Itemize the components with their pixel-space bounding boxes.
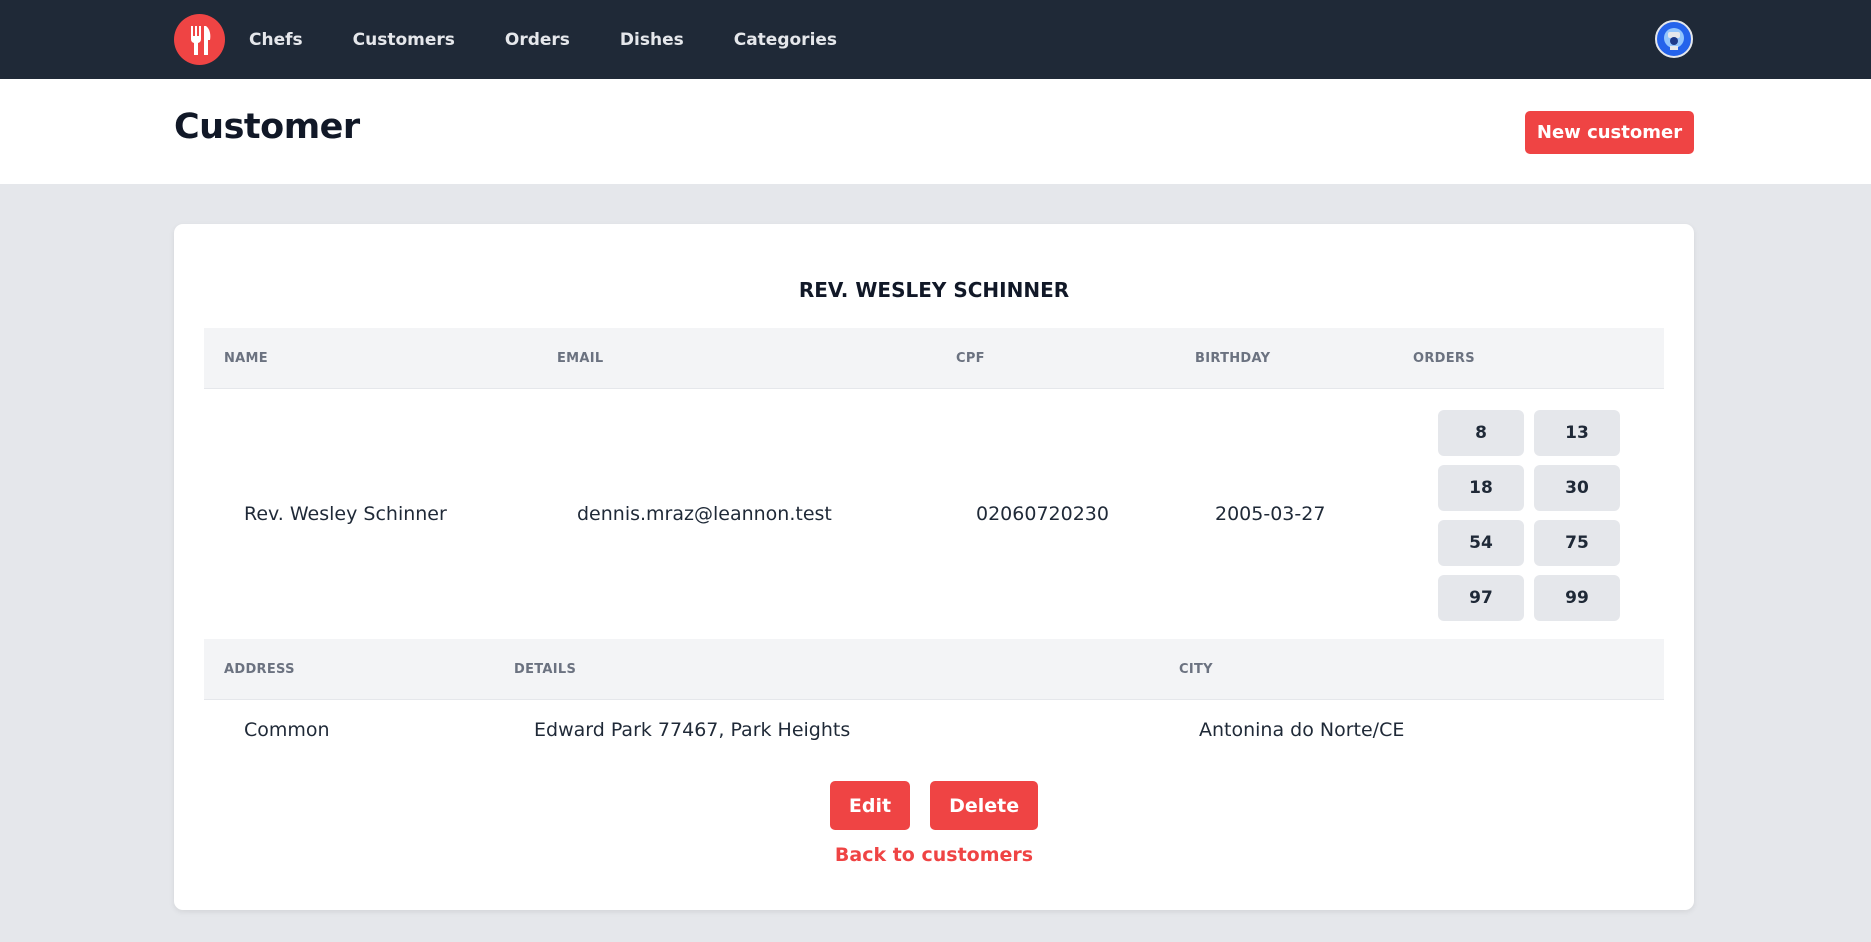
edit-button[interactable]: Edit xyxy=(829,781,911,830)
user-avatar[interactable] xyxy=(1655,20,1693,58)
customer-birthday: 2005-03-27 xyxy=(1215,503,1326,525)
restaurant-logo-icon[interactable] xyxy=(174,14,225,65)
orders-list: 8 13 18 30 54 75 97 99 xyxy=(1438,410,1620,621)
nav-link-categories[interactable]: Categories xyxy=(734,22,837,58)
order-chip[interactable]: 13 xyxy=(1534,410,1620,456)
nav-link-customers[interactable]: Customers xyxy=(353,22,455,58)
customer-address-details: Edward Park 77467, Park Heights xyxy=(534,719,851,741)
column-header-address: ADDRESS xyxy=(224,662,295,677)
nav-link-chefs[interactable]: Chefs xyxy=(249,22,303,58)
order-chip[interactable]: 97 xyxy=(1438,575,1524,621)
customer-table-header: NAME EMAIL CPF BIRTHDAY ORDERS xyxy=(204,328,1664,389)
column-header-name: NAME xyxy=(224,351,268,366)
customer-card: REV. WESLEY SCHINNER NAME EMAIL CPF BIRT… xyxy=(174,224,1694,910)
chef-avatar-icon xyxy=(1664,28,1684,50)
column-header-orders: ORDERS xyxy=(1413,351,1475,366)
address-table-header: ADDRESS DETAILS CITY xyxy=(204,639,1664,700)
customer-address: Common xyxy=(244,719,330,741)
nav-link-orders[interactable]: Orders xyxy=(505,22,570,58)
page-title: Customer xyxy=(174,107,360,147)
delete-button[interactable]: Delete xyxy=(930,781,1039,830)
column-header-cpf: CPF xyxy=(956,351,985,366)
new-customer-button[interactable]: New customer xyxy=(1525,111,1694,154)
column-header-birthday: BIRTHDAY xyxy=(1195,351,1271,366)
customer-heading: REV. WESLEY SCHINNER xyxy=(798,278,1070,302)
customer-city: Antonina do Norte/CE xyxy=(1199,719,1405,741)
customer-email: dennis.mraz@leannon.test xyxy=(577,503,832,525)
order-chip[interactable]: 30 xyxy=(1534,465,1620,511)
order-chip[interactable]: 18 xyxy=(1438,465,1524,511)
customer-cpf: 02060720230 xyxy=(976,503,1109,525)
actions-bar: Edit Delete xyxy=(174,781,1694,830)
column-header-email: EMAIL xyxy=(557,351,604,366)
column-header-city: CITY xyxy=(1179,662,1213,677)
order-chip[interactable]: 75 xyxy=(1534,520,1620,566)
back-to-customers-link[interactable]: Back to customers xyxy=(174,844,1694,866)
nav-links: Chefs Customers Orders Dishes Categories xyxy=(239,22,871,58)
order-chip[interactable]: 8 xyxy=(1438,410,1524,456)
order-chip[interactable]: 54 xyxy=(1438,520,1524,566)
column-header-details: DETAILS xyxy=(514,662,577,677)
customer-name: Rev. Wesley Schinner xyxy=(244,503,447,525)
top-navbar: Chefs Customers Orders Dishes Categories xyxy=(0,0,1871,79)
page-header: Customer New customer xyxy=(0,79,1871,184)
nav-link-dishes[interactable]: Dishes xyxy=(620,22,684,58)
order-chip[interactable]: 99 xyxy=(1534,575,1620,621)
